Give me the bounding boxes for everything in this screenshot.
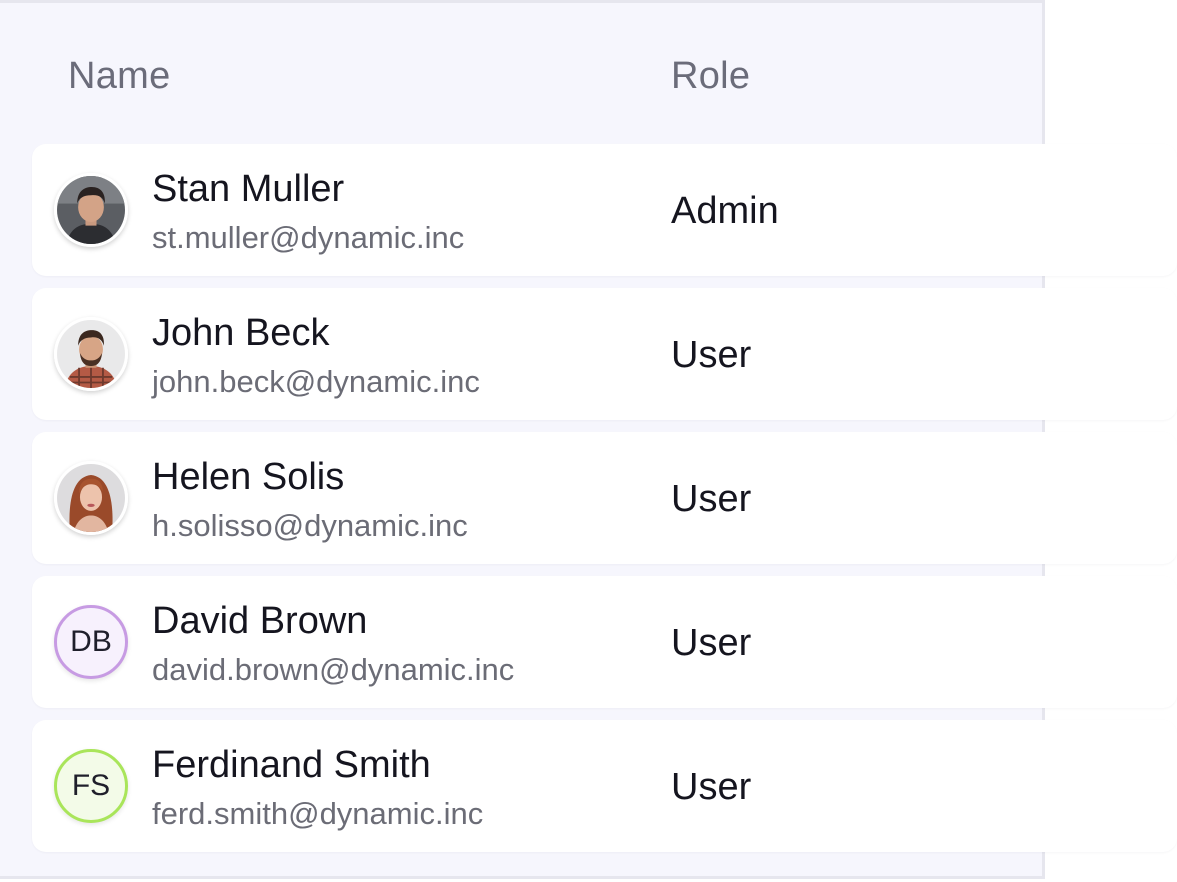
user-photo-icon: [57, 464, 125, 532]
table-row[interactable]: DB David Brown david.brown@dynamic.inc U…: [32, 576, 1177, 708]
avatar: [54, 461, 128, 535]
user-role: User: [671, 766, 752, 808]
table-row[interactable]: FS Ferdinand Smith ferd.smith@dynamic.in…: [32, 720, 1177, 852]
user-email: st.muller@dynamic.inc: [152, 220, 465, 255]
table-row[interactable]: Helen Solis h.solisso@dynamic.inc User: [32, 432, 1177, 564]
avatar-initials: FS: [54, 749, 128, 823]
user-name: Helen Solis: [152, 456, 345, 498]
user-name: John Beck: [152, 312, 330, 354]
user-photo-icon: [57, 176, 125, 244]
user-email: h.solisso@dynamic.inc: [152, 508, 468, 543]
user-name: Stan Muller: [152, 168, 345, 210]
table-row[interactable]: John Beck john.beck@dynamic.inc User: [32, 288, 1177, 420]
user-name: Ferdinand Smith: [152, 744, 431, 786]
table-row[interactable]: Stan Muller st.muller@dynamic.inc Admin: [32, 144, 1177, 276]
user-role: User: [671, 478, 752, 520]
avatar-initials: DB: [54, 605, 128, 679]
user-email: david.brown@dynamic.inc: [152, 652, 515, 687]
column-header-role[interactable]: Role: [671, 55, 750, 98]
user-name: David Brown: [152, 600, 368, 642]
avatar: [54, 317, 128, 391]
user-role: User: [671, 622, 752, 664]
user-email: john.beck@dynamic.inc: [152, 364, 480, 399]
user-email: ferd.smith@dynamic.inc: [152, 796, 484, 831]
user-photo-icon: [57, 320, 125, 388]
avatar: [54, 173, 128, 247]
column-header-name[interactable]: Name: [68, 55, 171, 98]
user-role: Admin: [671, 190, 779, 232]
user-role: User: [671, 334, 752, 376]
